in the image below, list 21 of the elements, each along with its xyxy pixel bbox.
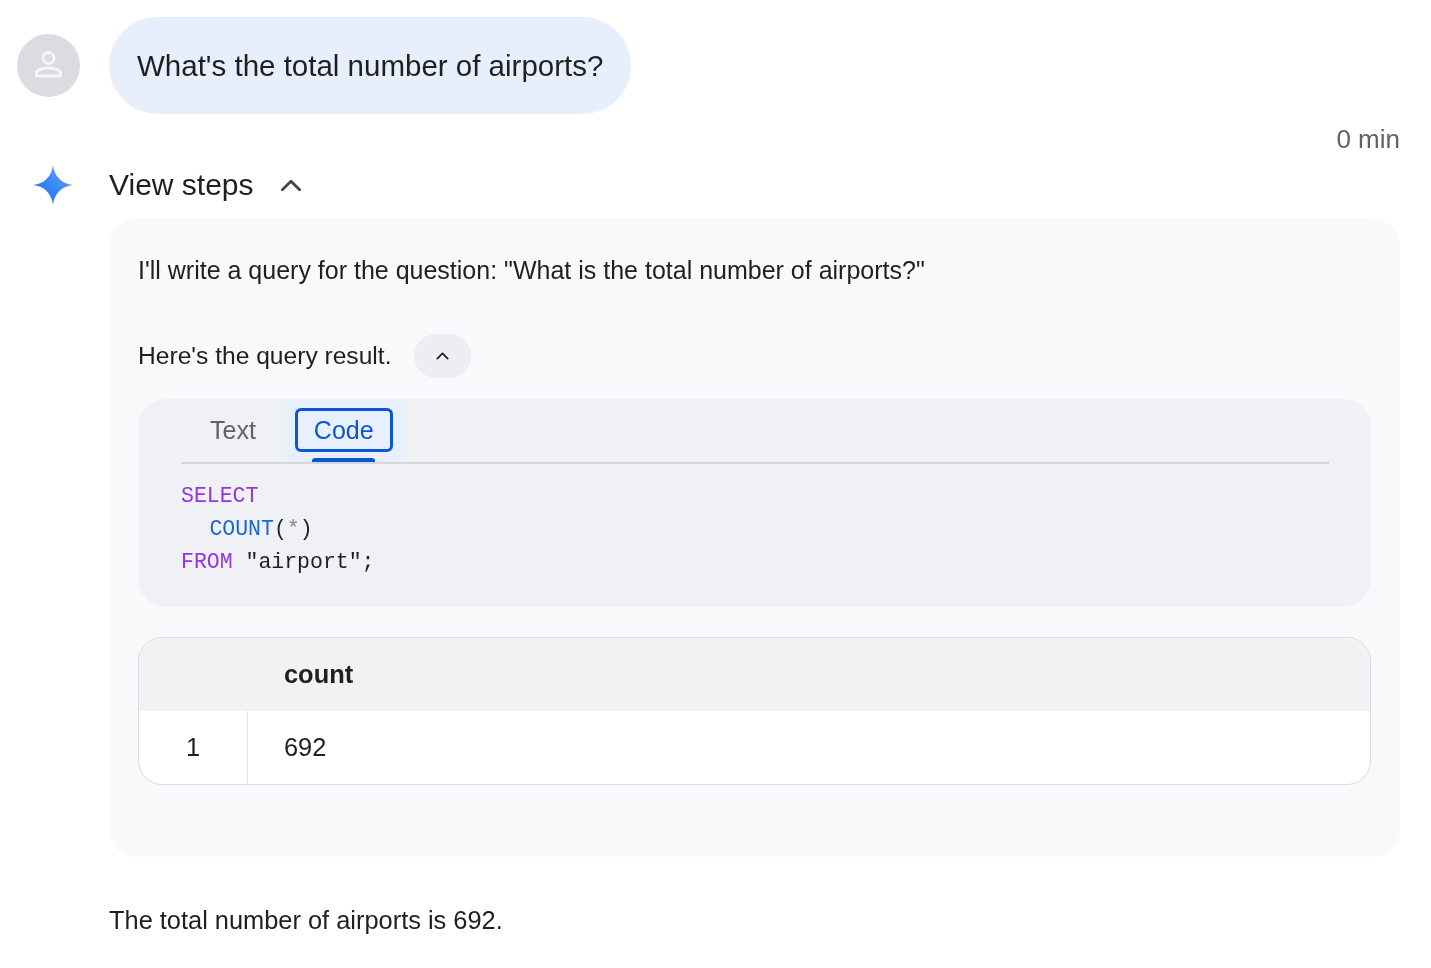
result-label: Here's the query result. <box>138 341 392 371</box>
table-cell-text: 692 <box>283 732 328 763</box>
sql-keyword: FROM <box>181 549 233 574</box>
row-index: 1 <box>139 711 248 784</box>
code-punctuation: ) <box>299 516 313 541</box>
tab[interactable]: Text <box>181 400 285 462</box>
code-punctuation: ( <box>273 516 287 541</box>
avatar-icon <box>17 34 80 97</box>
code-text: "airport"; <box>245 549 375 574</box>
view-steps-label: View steps <box>109 168 254 202</box>
step-text: I'll write a query for the question: "What is the total number of airports?" <box>138 255 925 286</box>
code-operator: * <box>286 516 300 541</box>
chevron-up-icon[interactable] <box>279 178 302 192</box>
sql-keyword: SELECT <box>181 483 259 508</box>
answer-text: The total number of airports is 692. <box>109 905 503 935</box>
user-message: What's the total number of airports? <box>109 17 632 114</box>
sparkle-icon <box>33 165 73 205</box>
tab[interactable]: Code <box>284 400 403 462</box>
sql-function: COUNT <box>209 516 274 541</box>
column-header: count <box>283 659 355 690</box>
timestamp: 0 min <box>1336 124 1400 154</box>
